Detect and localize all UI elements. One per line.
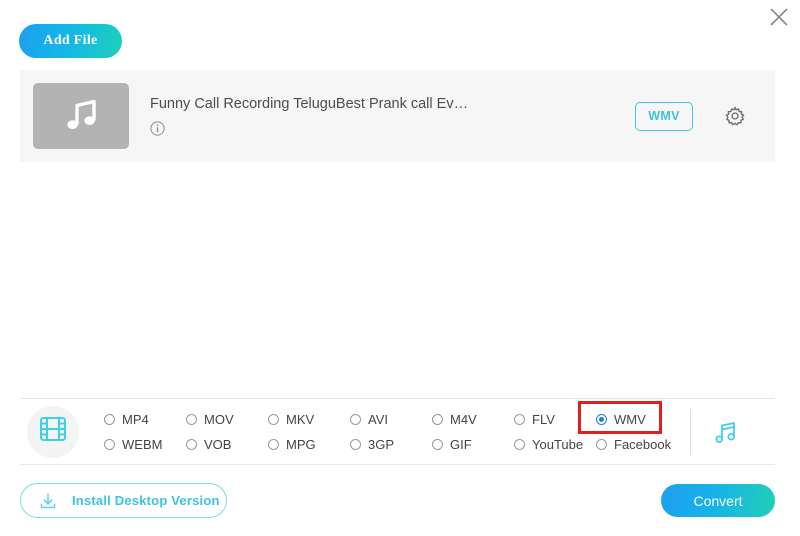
output-format-button[interactable]: WMV [635,102,693,131]
format-option-label: GIF [450,437,472,452]
radio-button-icon[interactable] [268,439,279,450]
format-option-mkv[interactable]: MKV [268,412,350,427]
radio-button-icon[interactable] [596,439,607,450]
audio-format-tab[interactable] [710,417,740,447]
install-desktop-version-label: Install Desktop Version [72,493,220,508]
download-icon [38,491,58,511]
add-file-label: Add File [43,33,97,49]
radio-button-icon[interactable] [268,414,279,425]
format-options-grid: MP4 MOV MKV AVI M4V FLV WMV WEBM VOB MPG 3GP GIF You… [104,407,678,457]
add-file-button[interactable]: Add File [19,24,122,58]
radio-button-icon[interactable] [186,439,197,450]
radio-button-icon[interactable] [104,414,115,425]
format-option-label: MP4 [122,412,149,427]
file-thumbnail [33,83,129,149]
format-option-label: FLV [532,412,555,427]
radio-button-icon[interactable] [350,439,361,450]
format-option-flv[interactable]: FLV [514,412,596,427]
music-note-icon [710,417,740,447]
format-option-avi[interactable]: AVI [350,412,432,427]
format-option-vob[interactable]: VOB [186,437,268,452]
install-desktop-version-button[interactable]: Install Desktop Version [20,483,227,518]
radio-button-icon[interactable] [514,414,525,425]
file-row[interactable]: Funny Call Recording TeluguBest Prank ca… [20,70,775,162]
format-option-label: MPG [286,437,316,452]
file-name: Funny Call Recording TeluguBest Prank ca… [150,96,620,112]
close-button[interactable] [764,2,794,32]
music-note-icon [61,94,101,139]
format-option-label: YouTube [532,437,583,452]
radio-button-icon[interactable] [596,414,607,425]
close-icon [769,7,789,27]
info-icon[interactable] [150,121,165,136]
convert-label: Convert [693,493,742,509]
format-option-label: WEBM [122,437,162,452]
radio-button-icon[interactable] [186,414,197,425]
file-list-empty-area [0,162,800,398]
format-option-mp4[interactable]: MP4 [104,412,186,427]
format-option-label: VOB [204,437,231,452]
format-option-mpg[interactable]: MPG [268,437,350,452]
format-option-label: AVI [368,412,388,427]
format-option-webm[interactable]: WEBM [104,437,186,452]
format-option-label: Facebook [614,437,671,452]
format-option-gif[interactable]: GIF [432,437,514,452]
format-option-label: M4V [450,412,477,427]
radio-button-icon[interactable] [104,439,115,450]
format-option-facebook[interactable]: Facebook [596,437,678,452]
radio-button-icon[interactable] [432,439,443,450]
format-option-label: MOV [204,412,234,427]
panel-divider [690,409,691,455]
format-option-3gp[interactable]: 3GP [350,437,432,452]
file-details: Funny Call Recording TeluguBest Prank ca… [150,96,635,136]
convert-button[interactable]: Convert [661,484,775,517]
format-option-wmv[interactable]: WMV [596,412,678,427]
video-format-tab[interactable] [27,406,79,458]
radio-button-icon[interactable] [514,439,525,450]
format-option-youtube[interactable]: YouTube [514,437,596,452]
format-option-mov[interactable]: MOV [186,412,268,427]
radio-button-icon[interactable] [350,414,361,425]
gear-icon[interactable] [724,105,746,127]
format-option-label: 3GP [368,437,394,452]
format-option-m4v[interactable]: M4V [432,412,514,427]
format-selection-panel: MP4 MOV MKV AVI M4V FLV WMV WEBM VOB MPG 3GP GIF You… [20,398,775,465]
video-film-icon [38,414,68,449]
format-option-label: WMV [614,412,646,427]
radio-button-icon[interactable] [432,414,443,425]
format-option-label: MKV [286,412,314,427]
